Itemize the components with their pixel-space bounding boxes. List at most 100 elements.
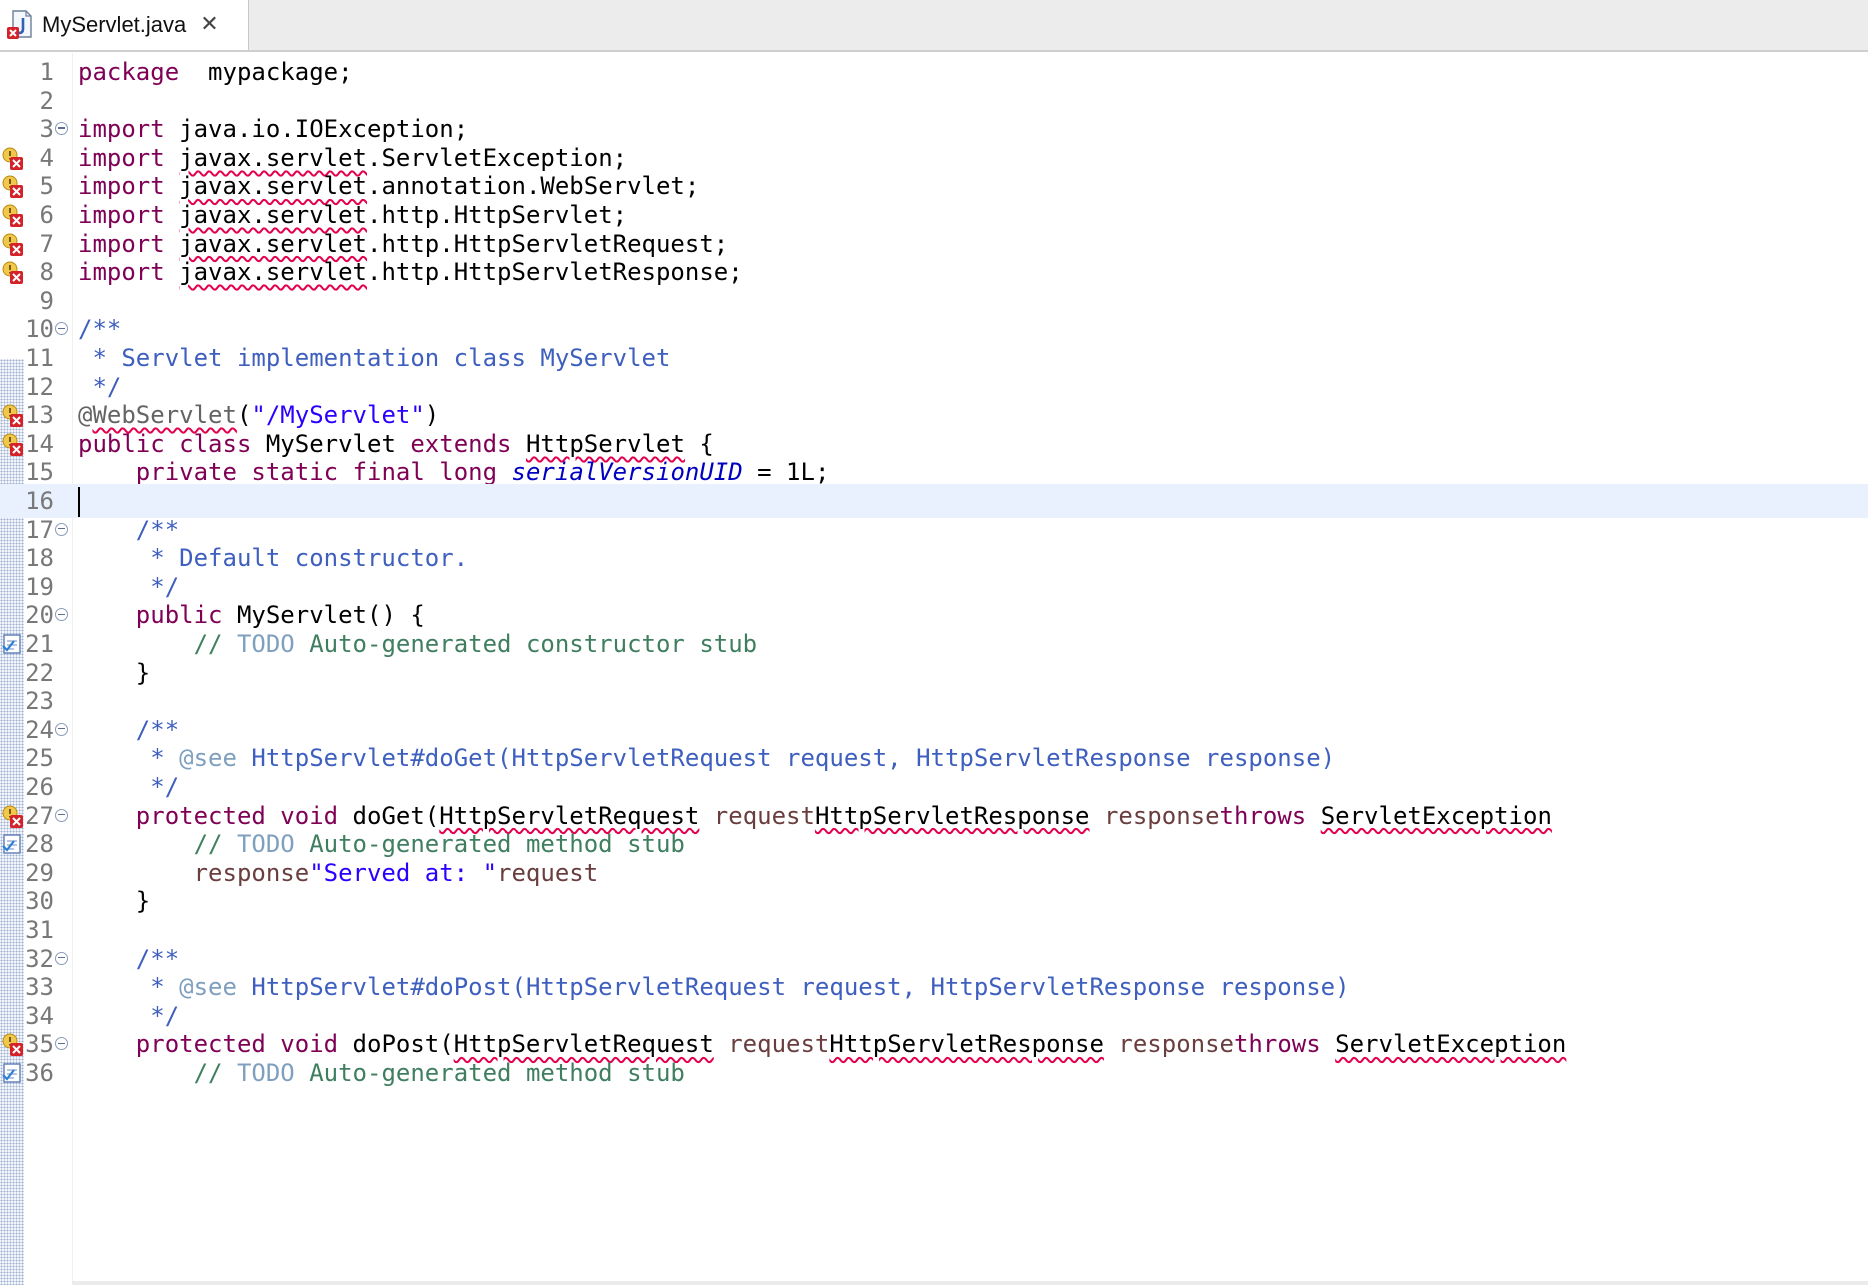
code-text[interactable]: // TODO Auto-generated method stub [78, 1056, 685, 1090]
code-token: @see [179, 744, 237, 773]
error-token: javax.servlet [179, 201, 367, 229]
code-line[interactable]: 36 // TODO Auto-generated method stub [0, 1056, 1868, 1090]
code-token: import [78, 201, 165, 229]
code-token: long [439, 458, 498, 487]
code-token: Auto-generated method stub [294, 1059, 685, 1087]
error-token: javax.servlet [179, 172, 367, 201]
fold-collapse-icon[interactable] [55, 951, 68, 965]
error-token: javax.servlet [179, 229, 367, 258]
code-token: static [251, 458, 339, 487]
task-marker-icon[interactable] [1, 1062, 23, 1084]
code-token: .http.HttpServletRequest; [367, 229, 729, 258]
fold-collapse-icon[interactable] [55, 608, 68, 622]
tab-label: MyServlet.java [42, 12, 187, 37]
code-token: .http.HttpServlet; [367, 201, 628, 229]
code-token: import [78, 258, 165, 287]
code-token: */ [135, 773, 180, 801]
code-token: /** [135, 715, 180, 744]
code-token: extends [410, 429, 512, 458]
code-token: /** [135, 515, 180, 544]
code-token: doGet( [338, 801, 440, 830]
code-token: private [135, 458, 237, 487]
code-token: throws [1233, 1030, 1321, 1059]
java-file-error-icon [6, 9, 34, 41]
error-token: HttpServlet [525, 429, 685, 458]
code-token: request [713, 801, 815, 830]
error-token: ServletException [1335, 1030, 1567, 1059]
code-token: TODO [236, 630, 295, 658]
code-token: protected [135, 801, 266, 830]
fold-collapse-icon[interactable] [55, 122, 68, 136]
code-token: * [135, 973, 180, 1002]
horizontal-scrollbar[interactable] [72, 1281, 1868, 1285]
close-tab-icon[interactable]: ✕ [200, 14, 218, 36]
fold-collapse-icon[interactable] [55, 808, 68, 822]
code-token: } [78, 887, 151, 916]
editor-tab-bar: MyServlet.java ✕ [0, 0, 1868, 52]
code-token: @see [179, 973, 237, 1002]
code-token: response [1103, 801, 1220, 830]
task-marker-icon[interactable] [1, 833, 23, 855]
code-token: // [193, 630, 237, 658]
error-token: HttpServletRequest [439, 801, 700, 830]
code-token: package [78, 58, 180, 86]
error-token: HttpServletRequest [453, 1030, 714, 1059]
code-token: import [78, 143, 165, 172]
error-token: javax.servlet [179, 258, 367, 287]
task-marker-icon[interactable] [1, 633, 23, 655]
code-token: protected [135, 1030, 266, 1059]
code-token: response [1118, 1030, 1234, 1059]
code-token: "Served at: " [309, 858, 498, 887]
code-token: // [193, 830, 237, 859]
code-token: doPost( [338, 1030, 454, 1059]
code-token: @ [78, 401, 93, 430]
code-token: response [193, 858, 310, 887]
code-token: serialVersionUID [511, 458, 743, 487]
fold-collapse-icon[interactable] [55, 522, 68, 536]
fold-collapse-icon[interactable] [55, 322, 68, 336]
code-editor[interactable]: 1 package mypackage; 2 3 import java.io.IOEx… [0, 53, 1868, 1285]
code-token: public [78, 429, 165, 458]
editor-tab-myservlet[interactable]: MyServlet.java ✕ [0, 0, 249, 50]
error-token: ServletException [1320, 801, 1552, 830]
code-token: */ [135, 572, 180, 601]
error-token: HttpServletResponse [814, 801, 1090, 830]
code-token: /** [135, 944, 180, 973]
code-token: /** [78, 315, 122, 344]
code-token: Auto-generated method stub [294, 830, 685, 859]
code-token: ) [424, 401, 440, 430]
fold-collapse-icon[interactable] [55, 1037, 68, 1051]
error-token: HttpServletResponse [829, 1030, 1104, 1059]
code-token: void [280, 801, 339, 830]
fold-collapse-icon[interactable] [55, 722, 68, 736]
code-token: */ [135, 1001, 180, 1030]
code-token: public [135, 601, 223, 630]
code-token: * Default constructor. [135, 544, 469, 573]
